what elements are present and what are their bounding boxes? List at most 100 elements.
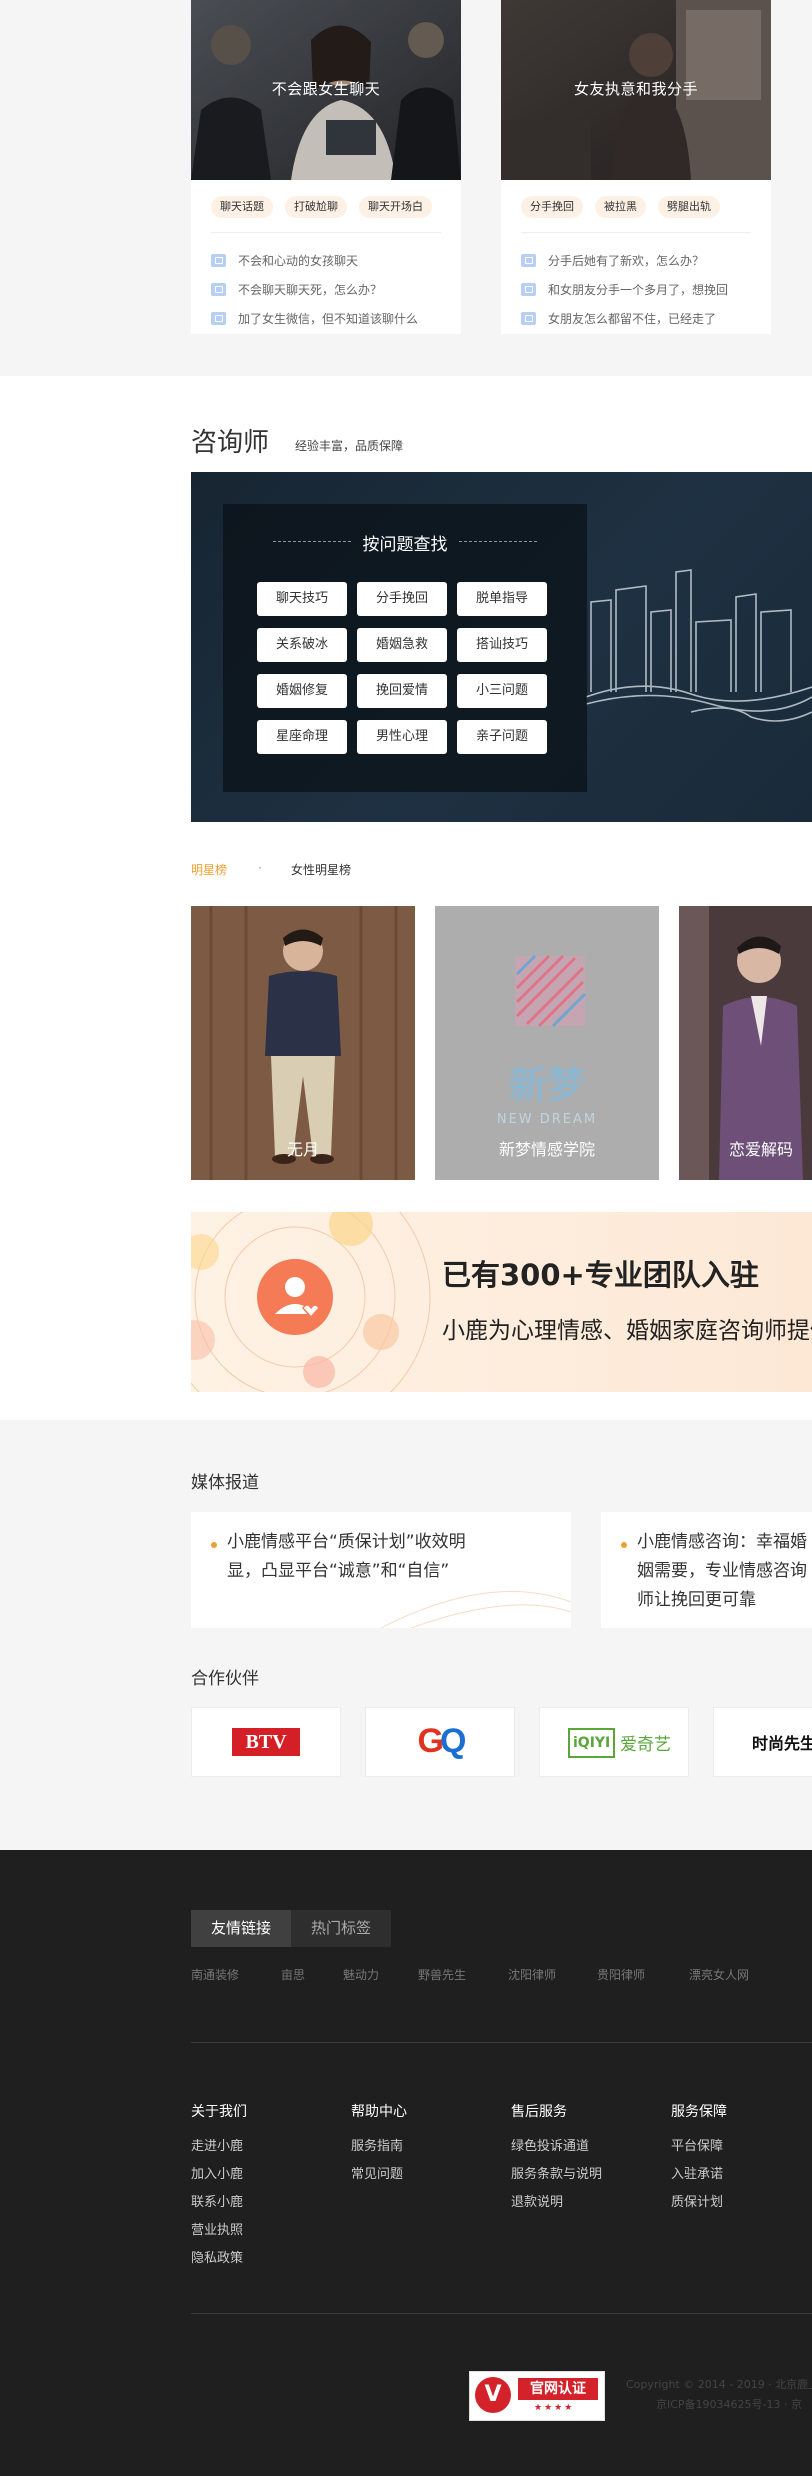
topic-tag[interactable]: 聊天话题 xyxy=(211,196,273,218)
footer-link[interactable]: 质保计划 xyxy=(671,2191,723,2210)
problem-button[interactable]: 小三问题 xyxy=(457,674,547,708)
problem-button[interactable]: 脱单指导 xyxy=(457,582,547,616)
footer-link[interactable]: 服务条款与说明 xyxy=(511,2163,602,2182)
consultant-card[interactable]: 无月 xyxy=(191,906,415,1180)
question-item[interactable]: 不会和心动的女孩聊天 xyxy=(211,246,447,275)
topic-title: 女友执意和我分手 xyxy=(573,80,698,98)
friend-link[interactable]: 魅动力 xyxy=(343,1966,379,1983)
team-promo-banner[interactable]: 已有300+专业团队入驻 小鹿为心理情感、婚姻家庭咨询师提供 xyxy=(191,1212,812,1392)
footer-col-guarantee: 服务保障 xyxy=(671,2104,727,2120)
problem-button[interactable]: 婚姻修复 xyxy=(257,674,347,708)
question-item[interactable]: 分手后她有了新欢，怎么办？ xyxy=(521,246,757,275)
media-report-card[interactable]: 小鹿情感平台“质保计划”收效明显，凸显平台“诚意”和“自信” xyxy=(191,1512,571,1628)
section-title: 咨询师 xyxy=(191,428,270,458)
topic-tag[interactable]: 打破尬聊 xyxy=(285,196,347,218)
problem-finder-panel: 按问题查找 聊天技巧 分手挽回 脱单指导 关系破冰 婚姻急救 搭讪技巧 婚姻修复… xyxy=(223,504,587,792)
tab-hot-tags[interactable]: 热门标签 xyxy=(291,1910,391,1947)
question-bubble-icon xyxy=(521,312,536,325)
topic-tag[interactable]: 劈腿出轨 xyxy=(658,196,720,218)
topic-title: 不会跟女生聊天 xyxy=(271,80,381,98)
bullet-dot-icon xyxy=(621,1542,627,1548)
footer-link[interactable]: 隐私政策 xyxy=(191,2247,243,2266)
friend-link[interactable]: 南通装修 xyxy=(191,1966,239,1983)
topic-image: 女友执意和我分手 xyxy=(501,0,771,180)
footer-link[interactable]: 走进小鹿 xyxy=(191,2135,243,2154)
footer-divider xyxy=(191,2042,812,2043)
footer-divider xyxy=(191,2313,812,2314)
brand-logo-text: 新梦 xyxy=(508,1063,585,1107)
tab-separator: · xyxy=(258,861,262,875)
badge-text: 官网认证 xyxy=(518,2378,598,2400)
question-item[interactable]: 女朋友怎么都留不住，已经走了 xyxy=(521,304,757,333)
topic-tags: 聊天话题 打破尬聊 聊天开场白 xyxy=(211,196,432,218)
consultant-name: 恋爱解码 xyxy=(729,1140,794,1159)
friend-link[interactable]: 漂亮女人网 xyxy=(689,1966,749,1983)
question-bubble-icon xyxy=(211,254,226,267)
verified-v-icon: V xyxy=(475,2377,511,2413)
problem-button[interactable]: 亲子问题 xyxy=(457,720,547,754)
topic-tag[interactable]: 聊天开场白 xyxy=(359,196,432,218)
promo-headline: 已有300+专业团队入驻 xyxy=(442,1258,759,1292)
partner-logo-btv[interactable]: BTV xyxy=(191,1707,341,1777)
friend-link[interactable]: 沈阳律师 xyxy=(508,1966,556,1983)
partner-logo-iqiyi[interactable]: iQIYI 爱奇艺 xyxy=(539,1707,689,1777)
footer-col-help: 帮助中心 xyxy=(351,2104,407,2120)
friend-link[interactable]: 贵阳律师 xyxy=(597,1966,645,1983)
footer-link[interactable]: 服务指南 xyxy=(351,2135,403,2154)
problem-button[interactable]: 关系破冰 xyxy=(257,628,347,662)
question-list: 不会和心动的女孩聊天 不会聊天聊天死，怎么办？ 加了女生微信，但不知道该聊什么 xyxy=(211,246,447,333)
topic-image: 不会跟女生聊天 xyxy=(191,0,461,180)
problem-button[interactable]: 婚姻急救 xyxy=(357,628,447,662)
iqiyi-logo-text: 爱奇艺 xyxy=(620,1735,671,1755)
friend-link[interactable]: 亩思 xyxy=(281,1966,305,1983)
problem-button[interactable]: 聊天技巧 xyxy=(257,582,347,616)
problem-button[interactable]: 搭讪技巧 xyxy=(457,628,547,662)
topic-section: 不会跟女生聊天 聊天话题 打破尬聊 聊天开场白 不会和心动的女孩聊天 不会聊天聊… xyxy=(0,0,812,376)
question-bubble-icon xyxy=(211,312,226,325)
friend-link[interactable]: 野兽先生 xyxy=(418,1966,466,1983)
question-bubble-icon xyxy=(211,283,226,296)
topic-tag[interactable]: 分手挽回 xyxy=(521,196,583,218)
topic-card[interactable]: 女友执意和我分手 分手挽回 被拉黑 劈腿出轨 分手后她有了新欢，怎么办？ 和女朋… xyxy=(501,0,771,334)
problem-finder-banner: 按问题查找 聊天技巧 分手挽回 脱单指导 关系破冰 婚姻急救 搭讪技巧 婚姻修复… xyxy=(191,472,812,822)
footer-link[interactable]: 联系小鹿 xyxy=(191,2191,243,2210)
finder-title: 按问题查找 xyxy=(362,535,448,555)
footer-link[interactable]: 入驻承诺 xyxy=(671,2163,723,2182)
official-certified-badge[interactable]: V 官网认证 ★★★★ xyxy=(469,2371,605,2421)
question-item[interactable]: 和女朋友分手一个多月了，想挽回 xyxy=(521,275,757,304)
footer-link[interactable]: 加入小鹿 xyxy=(191,2163,243,2182)
footer-link[interactable]: 退款说明 xyxy=(511,2191,563,2210)
media-section-title: 媒体报道 xyxy=(191,1473,259,1493)
topic-tag[interactable]: 被拉黑 xyxy=(595,196,646,218)
problem-button[interactable]: 男性心理 xyxy=(357,720,447,754)
partner-logo-gq[interactable]: GQ GQ xyxy=(365,1707,515,1777)
media-report-card[interactable]: 小鹿情感咨询：幸福婚姻需要，专业情感咨询师让挽回更可靠 xyxy=(601,1512,812,1628)
problem-button[interactable]: 星座命理 xyxy=(257,720,347,754)
partner-section-title: 合作伙伴 xyxy=(191,1669,259,1689)
btv-logo-text: BTV xyxy=(232,1728,300,1756)
footer-link[interactable]: 营业执照 xyxy=(191,2219,243,2238)
problem-button-grid: 聊天技巧 分手挽回 脱单指导 关系破冰 婚姻急救 搭讪技巧 婚姻修复 挽回爱情 … xyxy=(257,582,547,754)
consultant-card[interactable]: 恋爱解码 xyxy=(679,906,812,1180)
footer-link[interactable]: 常见问题 xyxy=(351,2163,403,2182)
divider xyxy=(459,541,537,542)
question-item[interactable]: 加了女生微信，但不知道该聊什么 xyxy=(211,304,447,333)
partner-logo-esquire[interactable]: 时尚先生 xyxy=(713,1707,812,1777)
tab-friend-links[interactable]: 友情链接 xyxy=(191,1910,291,1947)
divider xyxy=(211,232,441,233)
badge-stars-icon: ★★★★ xyxy=(534,2403,575,2413)
section-subtitle: 经验丰富，品质保障 xyxy=(295,439,404,453)
topic-card[interactable]: 不会跟女生聊天 聊天话题 打破尬聊 聊天开场白 不会和心动的女孩聊天 不会聊天聊… xyxy=(191,0,461,334)
copyright-text: Copyright © 2014 - 2019 · 北京鹿上 xyxy=(626,2378,812,2391)
iqiyi-mark: iQIYI xyxy=(568,1728,616,1758)
footer-link[interactable]: 平台保障 xyxy=(671,2135,723,2154)
question-bubble-icon xyxy=(521,254,536,267)
tab-female-star-rank[interactable]: 女性明星榜 xyxy=(291,861,351,878)
problem-button[interactable]: 分手挽回 xyxy=(357,582,447,616)
question-item[interactable]: 不会聊天聊天死，怎么办？ xyxy=(211,275,447,304)
tab-star-rank[interactable]: 明星榜 xyxy=(191,861,227,878)
consultant-card[interactable]: 新梦 NEW DREAM 新梦情感学院 xyxy=(435,906,659,1180)
problem-button[interactable]: 挽回爱情 xyxy=(357,674,447,708)
footer-link[interactable]: 绿色投诉通道 xyxy=(511,2135,589,2154)
footer-col-about: 关于我们 xyxy=(191,2104,247,2120)
